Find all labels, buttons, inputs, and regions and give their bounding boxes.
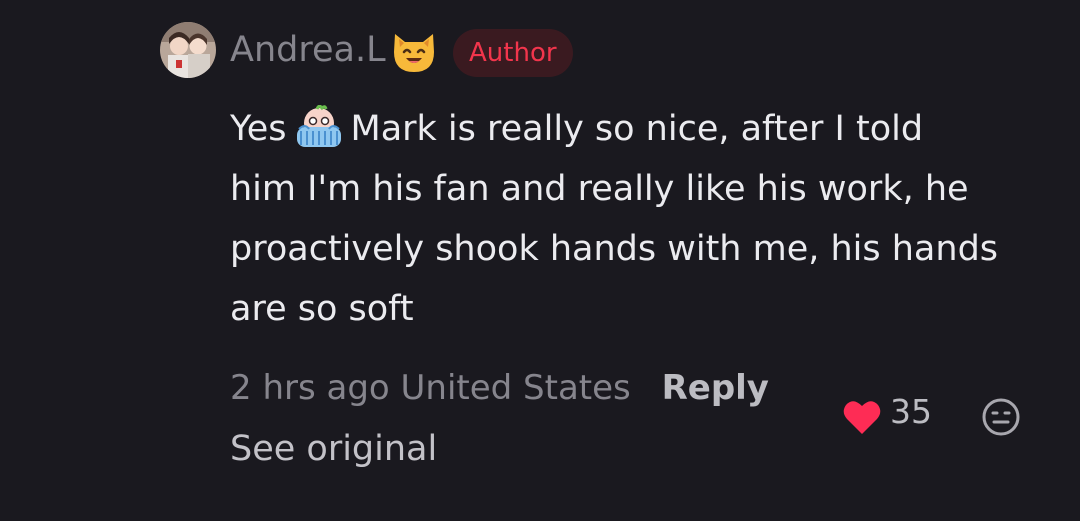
location: United States xyxy=(400,368,631,408)
comment-line-3: proactively shook hands with me, his han… xyxy=(230,229,999,269)
comment-text-rest: Mark is really so nice, after I told xyxy=(350,109,924,149)
reply-button[interactable]: Reply xyxy=(662,368,769,408)
cat-face-emoji-icon xyxy=(394,34,434,72)
like-count: 35 xyxy=(890,392,932,431)
timestamp: 2 hrs ago xyxy=(230,368,390,408)
comment-line-2: him I'm his fan and really like his work… xyxy=(230,169,969,209)
comment-line-1: Yes Mark is really so nice, after I told xyxy=(230,99,1050,159)
see-original-link[interactable]: See original xyxy=(230,426,437,472)
emoji-react-icon[interactable] xyxy=(981,397,1021,437)
comment-item: Andrea.L Author Yes Mark is really so ni… xyxy=(0,0,1080,521)
avatar[interactable] xyxy=(160,22,216,78)
heart-icon[interactable] xyxy=(842,398,882,436)
username[interactable]: Andrea.L xyxy=(230,28,386,72)
author-badge: Author xyxy=(453,29,573,77)
comment-text-start: Yes xyxy=(230,109,287,149)
crying-face-emoji-icon xyxy=(296,105,341,147)
comment-meta: 2 hrs ago United States Reply xyxy=(230,365,769,411)
comment-line-4: are so soft xyxy=(230,289,414,329)
comment-body: Yes Mark is really so nice, after I told… xyxy=(230,99,1050,339)
